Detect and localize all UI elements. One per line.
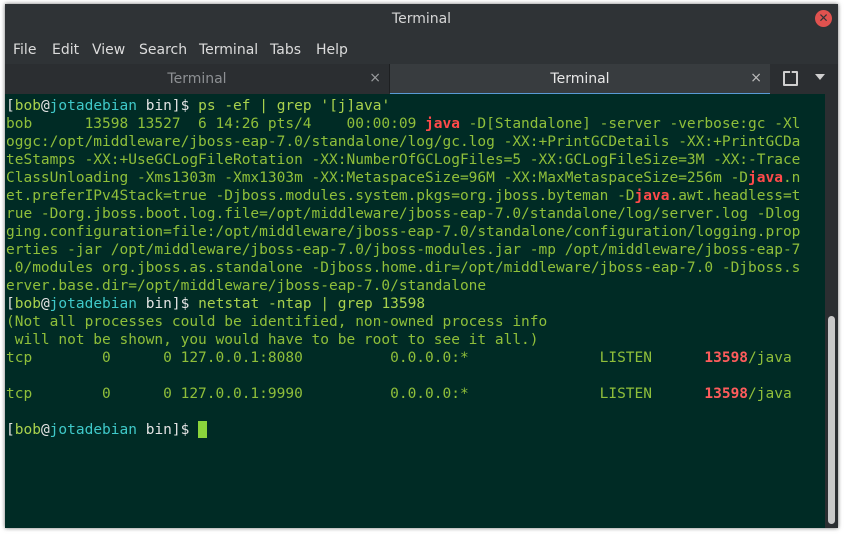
terminal-output[interactable]: [bob@jotadebian bin]$ ps -ef | grep '[j]…	[5, 94, 825, 528]
command-text: netstat -ntap | grep 13598	[198, 296, 426, 312]
new-tab-plus: +	[785, 68, 797, 84]
prompt-line: [bob@jotadebian bin]$	[6, 421, 208, 439]
output-line: ClassUnloading -Xms1303m -Xmx1303m -XX:M…	[6, 170, 801, 186]
output-line: will not be shown, you would have to be …	[6, 332, 539, 348]
tab-close-icon[interactable]: ×	[369, 70, 381, 86]
tab-terminal-2[interactable]: Terminal ×	[390, 64, 770, 95]
menu-terminal[interactable]: Terminal	[199, 42, 258, 58]
output-line: .0/modules org.jboss.as.standalone -Djbo…	[6, 260, 801, 276]
chevron-down-icon[interactable]	[815, 74, 825, 80]
output-line: teStamps -XX:+UseGCLogFileRotation -XX:N…	[6, 152, 801, 168]
scrollbar-track[interactable]	[825, 94, 838, 528]
output-line: erver.base.dir=/opt/middleware/jboss-eap…	[6, 278, 487, 294]
output-line: rue -Dorg.jboss.boot.log.file=/opt/middl…	[6, 206, 801, 222]
output-line: erties -jar /opt/middleware/jboss-eap-7.…	[6, 242, 801, 258]
command-text: ps -ef | grep '[j]ava'	[198, 98, 391, 114]
output-line: oggc:/opt/middleware/jboss-eap-7.0/stand…	[6, 134, 801, 150]
tab-terminal-1[interactable]: Terminal ×	[5, 64, 390, 93]
menu-edit[interactable]: Edit	[52, 42, 79, 58]
menu-search[interactable]: Search	[139, 42, 187, 58]
text-cursor	[198, 421, 208, 438]
tab-bar: Terminal × Terminal × +	[5, 64, 838, 95]
prompt-line: [bob@jotadebian bin]$ ps -ef | grep '[j]…	[6, 98, 391, 114]
output-line: ging.configuration=file:/opt/middleware/…	[6, 224, 801, 240]
menu-file[interactable]: File	[13, 42, 36, 58]
netstat-row: tcp 0 0 127.0.0.1:9990 0.0.0.0:* LISTEN …	[6, 386, 792, 402]
close-icon[interactable]: ✕	[815, 10, 832, 27]
new-tab-icon[interactable]: +	[781, 68, 798, 86]
prompt-line: [bob@jotadebian bin]$ netstat -ntap | gr…	[6, 296, 426, 312]
tab-label: Terminal	[167, 71, 227, 87]
netstat-row: tcp 0 0 127.0.0.1:8080 0.0.0.0:* LISTEN …	[6, 350, 792, 366]
menu-bar: File Edit View Search Terminal Tabs Help	[5, 34, 838, 64]
tab-label: Terminal	[550, 71, 610, 87]
output-line: et.preferIPv4Stack=true -Djboss.modules.…	[6, 188, 801, 204]
title-bar[interactable]: Terminal ✕	[5, 4, 838, 34]
menu-view[interactable]: View	[92, 42, 125, 58]
menu-tabs[interactable]: Tabs	[270, 42, 301, 58]
output-line: (Not all processes could be identified, …	[6, 314, 548, 330]
output-line: bob 13598 13527 6 14:26 pts/4 00:00:09 j…	[6, 116, 801, 132]
terminal-window: Terminal ✕ File Edit View Search Termina…	[5, 4, 838, 528]
menu-help[interactable]: Help	[316, 42, 348, 58]
scrollbar-thumb[interactable]	[828, 316, 835, 524]
window-title: Terminal	[391, 11, 452, 27]
tab-close-icon[interactable]: ×	[750, 70, 762, 86]
